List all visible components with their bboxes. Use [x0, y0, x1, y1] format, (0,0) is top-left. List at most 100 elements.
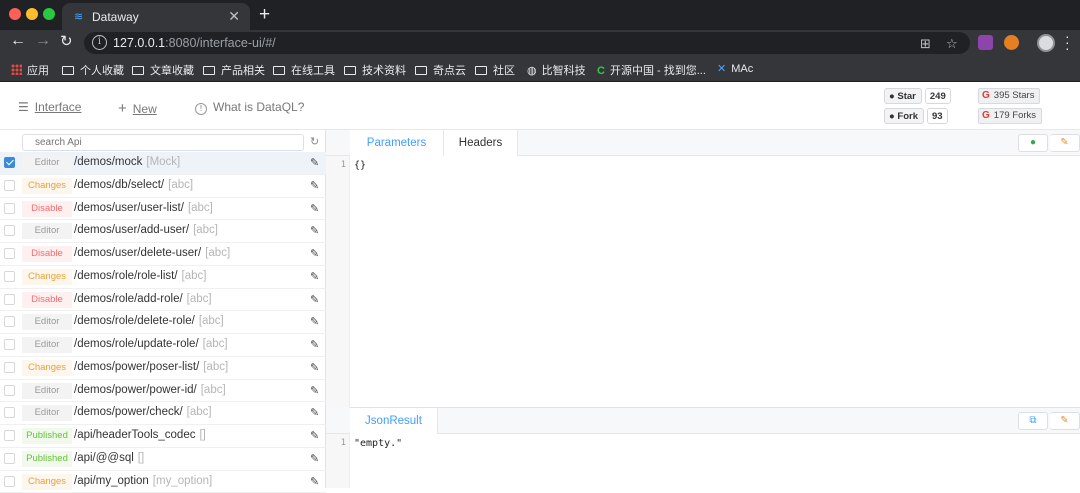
bookmark-folder[interactable]: 奇点云 [415, 62, 466, 78]
address-bar[interactable]: i 127.0.0.1:8080/interface-ui/#/ ⊞ ☆ [84, 32, 970, 54]
api-row[interactable]: Editor/demos/power/check/[abc]✎ [0, 402, 326, 425]
search-input[interactable] [22, 134, 304, 151]
edit-icon[interactable]: ✎ [310, 315, 319, 328]
row-checkbox[interactable] [4, 203, 15, 214]
tab-headers[interactable]: Headers [444, 130, 518, 156]
row-checkbox[interactable] [4, 339, 15, 350]
bookmark-link[interactable]: C开源中国 - 找到您... [597, 62, 706, 78]
edit-icon[interactable]: ✎ [310, 384, 319, 397]
tab-json-result[interactable]: JsonResult [350, 408, 438, 434]
row-checkbox[interactable] [4, 294, 15, 305]
parameters-editor[interactable]: 1 {} [326, 156, 1080, 408]
edit-icon[interactable]: ✎ [310, 429, 319, 442]
api-path[interactable]: /demos/user/add-user/[abc] [74, 224, 218, 236]
bookmark-star-icon[interactable]: ☆ [946, 36, 958, 52]
row-checkbox[interactable] [4, 225, 15, 236]
row-checkbox[interactable] [4, 476, 15, 487]
api-path[interactable]: /api/my_option[my_option] [74, 475, 212, 487]
browser-tab[interactable]: ≋ Dataway ✕ [62, 3, 250, 30]
refresh-icon[interactable]: ↻ [310, 135, 319, 148]
extension-icon[interactable] [978, 35, 993, 50]
close-icon[interactable]: ✕ [228, 8, 240, 25]
bookmark-apps[interactable]: 应用 [11, 62, 49, 78]
api-path[interactable]: /demos/db/select/[abc] [74, 179, 193, 191]
more-menu-icon[interactable]: ··· [1065, 33, 1071, 51]
api-row[interactable]: Published/api/@@sql[]✎ [0, 448, 326, 471]
edit-icon[interactable]: ✎ [310, 270, 319, 283]
row-checkbox[interactable] [4, 316, 15, 327]
nav-new[interactable]: +New [118, 100, 157, 117]
api-path[interactable]: /demos/role/update-role/[abc] [74, 338, 228, 350]
gitee-stars-badge[interactable]: G395 Stars [978, 88, 1040, 104]
copy-button[interactable]: ⧉ [1018, 412, 1048, 430]
tab-parameters[interactable]: Parameters [350, 130, 444, 156]
bookmark-folder[interactable]: 社区 [475, 62, 515, 78]
row-checkbox[interactable] [4, 385, 15, 396]
run-button[interactable]: ● [1018, 134, 1048, 152]
gitee-forks-badge[interactable]: G179 Forks [978, 108, 1042, 124]
extension-icon[interactable] [1004, 35, 1019, 50]
api-row[interactable]: Disable/demos/user/user-list/[abc]✎ [0, 198, 326, 221]
row-checkbox[interactable] [4, 248, 15, 259]
bookmark-folder[interactable]: 文章收藏 [132, 62, 194, 78]
api-row[interactable]: Editor/demos/role/delete-role/[abc]✎ [0, 311, 326, 334]
api-row[interactable]: Disable/demos/role/add-role/[abc]✎ [0, 289, 326, 312]
code-line[interactable]: {} [354, 160, 366, 171]
row-checkbox[interactable] [4, 407, 15, 418]
api-path[interactable]: /demos/power/power-id/[abc] [74, 384, 226, 396]
api-path[interactable]: /api/headerTools_codec[] [74, 429, 206, 441]
nav-what-is-dataql[interactable]: !What is DataQL? [195, 100, 304, 115]
api-row[interactable]: Editor/demos/user/add-user/[abc]✎ [0, 220, 326, 243]
info-icon[interactable]: i [92, 35, 107, 50]
reload-icon[interactable]: ↻ [60, 32, 73, 50]
edit-icon[interactable]: ✎ [310, 361, 319, 374]
api-path[interactable]: /demos/power/check/[abc] [74, 406, 212, 418]
api-row[interactable]: Disable/demos/user/delete-user/[abc]✎ [0, 243, 326, 266]
bookmark-folder[interactable]: 个人收藏 [62, 62, 124, 78]
bookmark-link[interactable]: ✕MAc [717, 62, 753, 75]
api-path[interactable]: /demos/role/add-role/[abc] [74, 293, 212, 305]
api-path[interactable]: /demos/mock[Mock] [74, 156, 180, 168]
api-row[interactable]: Published/api/headerTools_codec[]✎ [0, 425, 326, 448]
row-checkbox[interactable] [4, 180, 15, 191]
bookmark-link[interactable]: ◍比智科技 [527, 62, 586, 78]
api-row[interactable]: Editor/demos/power/power-id/[abc]✎ [0, 380, 326, 403]
row-checkbox[interactable] [4, 430, 15, 441]
github-star-badge[interactable]: ● Star249 [884, 88, 951, 104]
edit-icon[interactable]: ✎ [310, 475, 319, 488]
api-path[interactable]: /demos/user/user-list/[abc] [74, 202, 213, 214]
api-row[interactable]: Changes/demos/power/poser-list/[abc]✎ [0, 357, 326, 380]
bookmark-folder[interactable]: 在线工具 [273, 62, 335, 78]
back-arrow-icon[interactable]: ← [10, 32, 26, 50]
edit-icon[interactable]: ✎ [310, 452, 319, 465]
result-editor[interactable]: 1 "empty." [326, 434, 1080, 488]
api-row[interactable]: Editor/demos/role/update-role/[abc]✎ [0, 334, 326, 357]
profile-avatar[interactable] [1037, 34, 1055, 52]
row-checkbox[interactable] [4, 157, 15, 168]
edit-icon[interactable]: ✎ [310, 247, 319, 260]
new-tab-button[interactable]: + [259, 4, 270, 26]
nav-interface[interactable]: ☰Interface [18, 100, 81, 114]
api-path[interactable]: /demos/power/poser-list/[abc] [74, 361, 228, 373]
row-checkbox[interactable] [4, 362, 15, 373]
edit-icon[interactable]: ✎ [310, 156, 319, 169]
edit-icon[interactable]: ✎ [310, 179, 319, 192]
close-window-button[interactable] [9, 8, 21, 20]
edit-icon[interactable]: ✎ [310, 293, 319, 306]
row-checkbox[interactable] [4, 271, 15, 282]
edit-icon[interactable]: ✎ [310, 224, 319, 237]
edit-icon[interactable]: ✎ [310, 406, 319, 419]
translate-icon[interactable]: ⊞ [920, 36, 931, 52]
address-url[interactable]: 127.0.0.1:8080/interface-ui/#/ [113, 36, 276, 50]
api-row[interactable]: Changes/demos/role/role-list/[abc]✎ [0, 266, 326, 289]
format-button[interactable]: ✎ [1050, 412, 1080, 430]
api-row[interactable]: Changes/demos/db/select/[abc]✎ [0, 175, 326, 198]
minimize-window-button[interactable] [26, 8, 38, 20]
github-fork-badge[interactable]: ● Fork93 [884, 108, 948, 124]
forward-arrow-icon[interactable]: → [35, 32, 51, 50]
format-button[interactable]: ✎ [1050, 134, 1080, 152]
row-checkbox[interactable] [4, 453, 15, 464]
api-path[interactable]: /api/@@sql[] [74, 452, 144, 464]
maximize-window-button[interactable] [43, 8, 55, 20]
api-path[interactable]: /demos/user/delete-user/[abc] [74, 247, 230, 259]
